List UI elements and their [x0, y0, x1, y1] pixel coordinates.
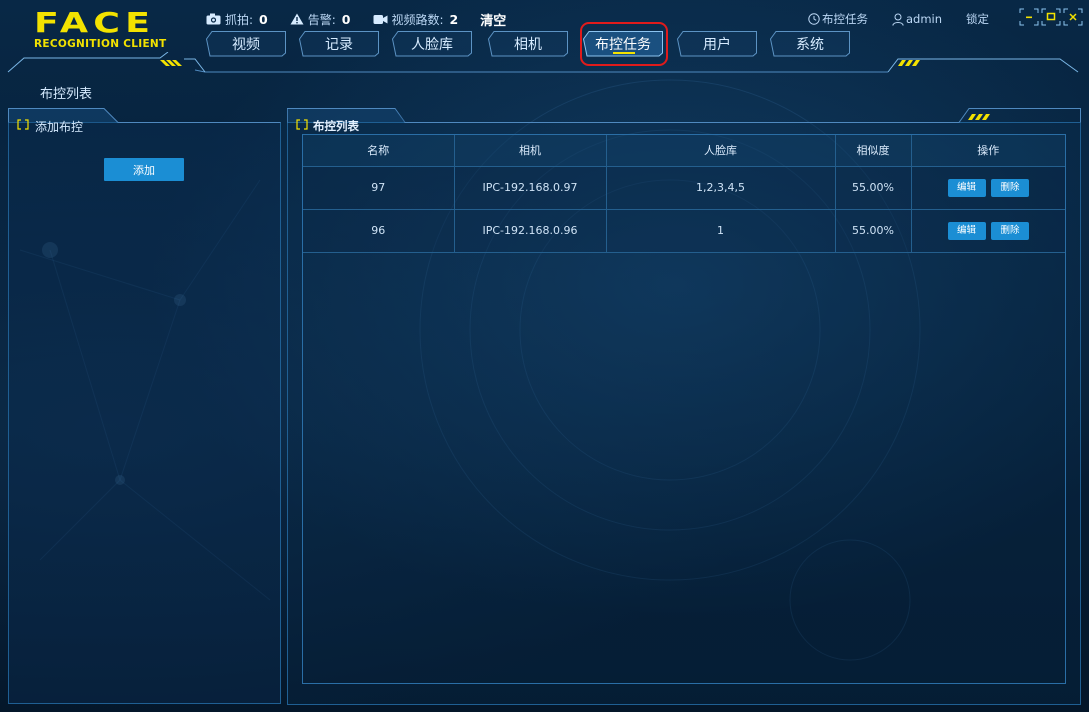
- cell-actions: 编辑 删除: [911, 166, 1065, 210]
- table-row[interactable]: 97 IPC-192.168.0.97 1,2,3,4,5 55.00% 编辑 …: [303, 166, 1065, 210]
- tab-surveillance-tasks-label: 布控任务: [595, 37, 651, 53]
- alarm-label: 告警:: [307, 12, 336, 27]
- table-header-row: 名称 相机 人脸库 相似度 操作: [303, 135, 1065, 167]
- task-shortcut-label: 布控任务: [822, 12, 868, 26]
- edit-button[interactable]: 编辑: [947, 178, 986, 197]
- right-panel-title: 布控列表: [313, 119, 359, 133]
- cell-actions: 编辑 删除: [911, 209, 1065, 253]
- cell-name: 97: [303, 166, 455, 210]
- tab-face-library-label: 人脸库: [411, 37, 453, 53]
- cell-face-db: 1,2,3,4,5: [606, 166, 836, 210]
- tab-cameras-label: 相机: [514, 37, 542, 53]
- lock-button[interactable]: 锁定: [966, 11, 989, 27]
- minimize-icon: [1019, 8, 1039, 26]
- video-value: 2: [449, 11, 459, 27]
- task-table-container: 名称 相机 人脸库 相似度 操作 97 IPC-192.168.0.97 1,2…: [302, 134, 1066, 684]
- capture-label: 抓拍:: [225, 12, 254, 27]
- task-table: 名称 相机 人脸库 相似度 操作 97 IPC-192.168.0.97 1,2…: [303, 135, 1065, 253]
- header-divider: [7, 52, 1079, 73]
- maximize-icon: [1041, 8, 1061, 26]
- lock-label: 锁定: [966, 12, 990, 26]
- stripe-decor-panel: [968, 114, 990, 120]
- video-label: 视频路数:: [391, 12, 444, 27]
- user-menu[interactable]: admin: [892, 12, 942, 26]
- alarm-value: 0: [341, 11, 351, 27]
- table-row[interactable]: 96 IPC-192.168.0.96 1 55.00% 编辑 删除: [303, 209, 1065, 253]
- camera-icon: [206, 13, 221, 25]
- page-title: 布控列表: [40, 87, 93, 102]
- panel-bracket-icon: [17, 119, 29, 130]
- delete-button[interactable]: 删除: [991, 221, 1029, 240]
- video-camera-icon: [373, 14, 387, 24]
- stripe-decor-right: [898, 60, 920, 66]
- cell-camera: IPC-192.168.0.96: [454, 209, 607, 253]
- col-header-actions: 操作: [911, 135, 1065, 167]
- col-header-name: 名称: [303, 135, 455, 167]
- close-icon: [1063, 8, 1083, 26]
- app-logo: FACE RECOGNITION CLIENT: [34, 6, 184, 51]
- user-icon: [892, 13, 904, 26]
- add-button[interactable]: 添加: [104, 158, 184, 181]
- tab-users-label: 用户: [703, 37, 731, 53]
- cell-camera: IPC-192.168.0.97: [454, 166, 607, 210]
- col-header-face-db: 人脸库: [606, 135, 836, 167]
- left-panel-title: 添加布控: [35, 120, 84, 134]
- capture-value: 0: [259, 11, 268, 27]
- cell-similarity: 55.00%: [835, 166, 912, 210]
- panel-bracket-icon: [296, 119, 308, 130]
- delete-button[interactable]: 删除: [991, 178, 1029, 197]
- col-header-camera: 相机: [454, 135, 607, 167]
- user-name: admin: [906, 12, 943, 26]
- cell-face-db: 1: [606, 209, 836, 253]
- clear-button[interactable]: 清空: [480, 10, 506, 29]
- cell-name: 96: [303, 209, 455, 253]
- stripe-decor-left: [160, 60, 182, 66]
- alarm-stat: 告警: 0: [290, 11, 351, 28]
- logo-sub-text: RECOGNITION CLIENT: [34, 38, 167, 50]
- header: FACE RECOGNITION CLIENT 抓拍: 0 告警: 0 视频路数…: [0, 0, 1089, 80]
- minimize-button[interactable]: [1018, 7, 1040, 27]
- clock-icon: [808, 13, 820, 25]
- task-shortcut[interactable]: 布控任务: [808, 11, 868, 27]
- edit-button[interactable]: 编辑: [947, 221, 986, 240]
- video-stat: 视频路数: 2: [373, 11, 459, 28]
- close-button[interactable]: [1062, 7, 1084, 27]
- top-right-toolbar: 布控任务 admin 锁定: [808, 10, 1013, 28]
- left-panel-frame: [8, 108, 281, 704]
- maximize-button[interactable]: [1040, 7, 1062, 27]
- tab-system-label: 系统: [796, 37, 824, 53]
- window-controls: [1018, 7, 1084, 27]
- tab-video-label: 视频: [232, 37, 260, 53]
- stats-bar: 抓拍: 0 告警: 0 视频路数: 2 清空: [206, 10, 506, 29]
- logo-main-text: FACE: [34, 6, 156, 39]
- right-panel: 布控列表 名称 相机 人脸库 相似度 操作 97 IPC-192.168.0.9…: [287, 108, 1081, 705]
- cell-similarity: 55.00%: [835, 209, 912, 253]
- capture-stat: 抓拍: 0: [206, 11, 268, 28]
- tab-records-label: 记录: [325, 37, 353, 53]
- warning-icon: [290, 13, 304, 25]
- col-header-similarity: 相似度: [835, 135, 912, 167]
- left-panel: 添加布控 添加: [8, 108, 281, 704]
